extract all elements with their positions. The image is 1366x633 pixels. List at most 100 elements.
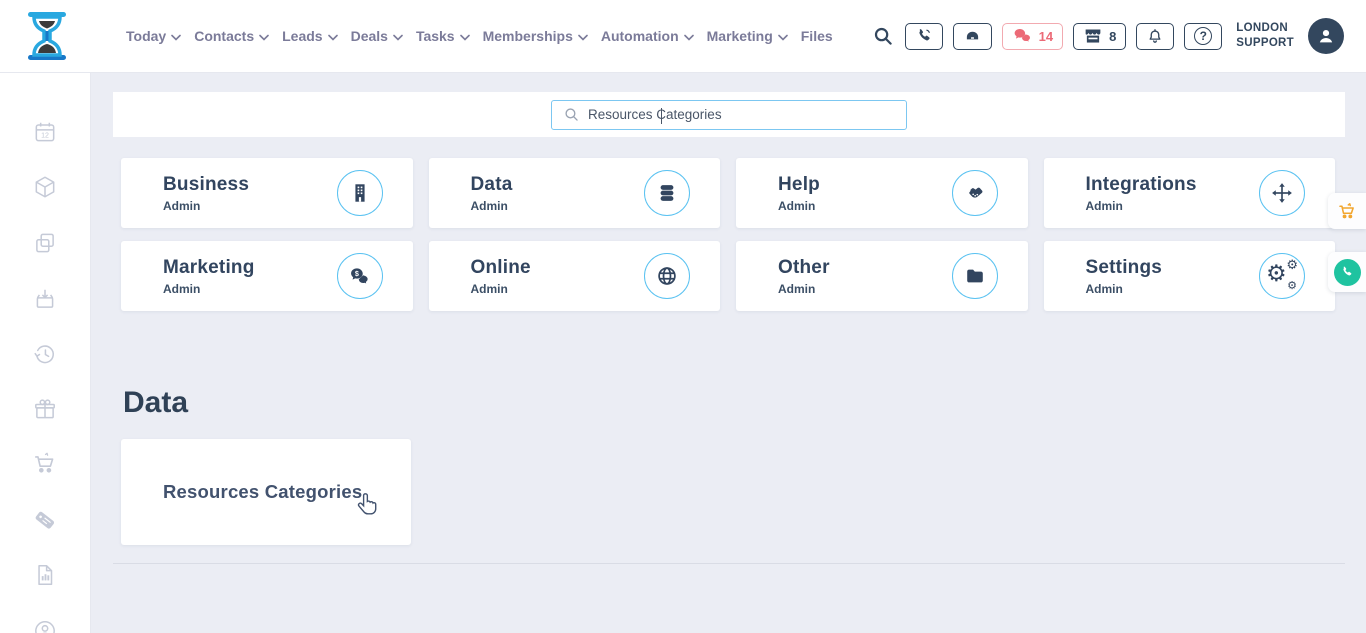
nav-label: Automation bbox=[601, 28, 679, 44]
calendar-day-badge: 12 bbox=[41, 132, 49, 139]
category-card-help[interactable]: Help Admin bbox=[736, 158, 1028, 228]
main-content: Business Admin Data Admin Help Admin Int… bbox=[90, 72, 1366, 633]
section-title: Data bbox=[123, 386, 188, 420]
nav-contacts[interactable]: Contacts bbox=[194, 28, 269, 44]
notifications-button[interactable] bbox=[1136, 23, 1174, 50]
search-icon[interactable] bbox=[873, 26, 893, 46]
category-search[interactable] bbox=[551, 100, 907, 130]
phone-icon bbox=[915, 27, 933, 45]
cart-widget[interactable] bbox=[1328, 193, 1366, 229]
text-caret bbox=[661, 108, 662, 124]
sidebar-item-calendar[interactable]: 12 bbox=[32, 119, 58, 145]
cart-icon bbox=[32, 451, 58, 477]
gear-glyph: ⚙ bbox=[1287, 280, 1297, 291]
copy-icon bbox=[32, 230, 58, 256]
database-icon bbox=[644, 170, 690, 216]
gear-glyph: ⚙ bbox=[1286, 259, 1298, 272]
nav-label: Files bbox=[801, 28, 833, 44]
header-actions: 14 8 ? LONDON SUPPORT bbox=[873, 0, 1344, 72]
chevron-down-icon bbox=[684, 34, 694, 41]
question-glyph: ? bbox=[1200, 29, 1207, 43]
phone-widget-icon bbox=[1334, 259, 1361, 286]
chevron-down-icon bbox=[393, 34, 403, 41]
category-card-settings[interactable]: Settings Admin ⚙ ⚙ ⚙ bbox=[1044, 241, 1336, 311]
category-card-integrations[interactable]: Integrations Admin bbox=[1044, 158, 1336, 228]
user-avatar[interactable] bbox=[1308, 18, 1344, 54]
globe-icon bbox=[644, 253, 690, 299]
storefront-icon bbox=[1083, 27, 1103, 45]
sidebar-item-shop[interactable] bbox=[32, 451, 58, 477]
phone-button[interactable] bbox=[905, 23, 943, 50]
sidebar-item-reports[interactable] bbox=[32, 562, 58, 588]
sidebar-item-members[interactable] bbox=[32, 618, 58, 633]
folder-icon bbox=[952, 253, 998, 299]
store-button[interactable]: 8 bbox=[1073, 23, 1126, 50]
top-header: Today Contacts Leads Deals Tasks Members… bbox=[0, 0, 1366, 72]
chevron-down-icon bbox=[328, 34, 338, 41]
sidebar-item-products[interactable] bbox=[32, 174, 58, 200]
section-divider bbox=[113, 563, 1345, 564]
chat-dollar-icon: $ bbox=[337, 253, 383, 299]
chevron-down-icon bbox=[578, 34, 588, 41]
dollar-glyph: $ bbox=[355, 270, 359, 278]
call-widget[interactable] bbox=[1328, 252, 1366, 292]
report-icon bbox=[32, 562, 58, 588]
import-box-icon bbox=[32, 286, 58, 312]
nav-tasks[interactable]: Tasks bbox=[416, 28, 470, 44]
category-card-online[interactable]: Online Admin bbox=[429, 241, 721, 311]
tag-icon bbox=[32, 507, 58, 533]
help-icon: ? bbox=[1194, 27, 1212, 45]
cart-widget-icon bbox=[1336, 201, 1358, 222]
sidebar-item-coupons[interactable] bbox=[32, 507, 58, 533]
nav-leads[interactable]: Leads bbox=[282, 28, 337, 44]
category-card-other[interactable]: Other Admin bbox=[736, 241, 1028, 311]
nav-label: Leads bbox=[282, 28, 322, 44]
nav-label: Memberships bbox=[483, 28, 573, 44]
chevron-down-icon bbox=[259, 34, 269, 41]
resources-categories-label: Resources Categories bbox=[163, 481, 362, 503]
help-button[interactable]: ? bbox=[1184, 23, 1222, 50]
account-name: LONDON SUPPORT bbox=[1236, 21, 1294, 51]
package-icon bbox=[32, 174, 58, 200]
category-card-marketing[interactable]: Marketing Admin $ bbox=[121, 241, 413, 311]
inbox-button[interactable] bbox=[953, 23, 992, 50]
chat-count-badge: 14 bbox=[1039, 29, 1053, 44]
gift-icon bbox=[32, 396, 58, 422]
nav-deals[interactable]: Deals bbox=[351, 28, 403, 44]
chevron-down-icon bbox=[778, 34, 788, 41]
nav-label: Marketing bbox=[707, 28, 773, 44]
category-card-data[interactable]: Data Admin bbox=[429, 158, 721, 228]
gear-glyph: ⚙ bbox=[1266, 263, 1287, 286]
nav-label: Today bbox=[126, 28, 166, 44]
hourglass-logo[interactable] bbox=[24, 11, 70, 61]
nav-label: Deals bbox=[351, 28, 388, 44]
search-toolbar bbox=[113, 92, 1345, 137]
store-count-badge: 8 bbox=[1109, 29, 1116, 44]
move-icon bbox=[1259, 170, 1305, 216]
member-icon bbox=[32, 618, 58, 633]
account-line1: LONDON bbox=[1236, 21, 1294, 36]
nav-automation[interactable]: Automation bbox=[601, 28, 694, 44]
sidebar-item-import[interactable] bbox=[32, 286, 58, 312]
nav-label: Contacts bbox=[194, 28, 254, 44]
search-icon bbox=[564, 107, 579, 122]
sidebar-item-duplicates[interactable] bbox=[32, 230, 58, 256]
nav-today[interactable]: Today bbox=[126, 28, 181, 44]
search-input[interactable] bbox=[588, 107, 894, 122]
resources-categories-card[interactable]: Resources Categories bbox=[121, 439, 411, 545]
bell-icon bbox=[1146, 27, 1164, 46]
left-sidebar: 12 bbox=[0, 72, 90, 633]
building-icon bbox=[337, 170, 383, 216]
account-line2: SUPPORT bbox=[1236, 36, 1294, 51]
sidebar-item-history[interactable] bbox=[32, 341, 58, 367]
category-card-business[interactable]: Business Admin bbox=[121, 158, 413, 228]
nav-files[interactable]: Files bbox=[801, 28, 833, 44]
handshake-icon bbox=[952, 170, 998, 216]
chevron-down-icon bbox=[171, 34, 181, 41]
chat-button[interactable]: 14 bbox=[1002, 23, 1063, 50]
nav-marketing[interactable]: Marketing bbox=[707, 28, 788, 44]
inbox-icon bbox=[963, 27, 982, 45]
sidebar-item-gifts[interactable] bbox=[32, 396, 58, 422]
nav-memberships[interactable]: Memberships bbox=[483, 28, 588, 44]
history-icon bbox=[32, 341, 58, 367]
